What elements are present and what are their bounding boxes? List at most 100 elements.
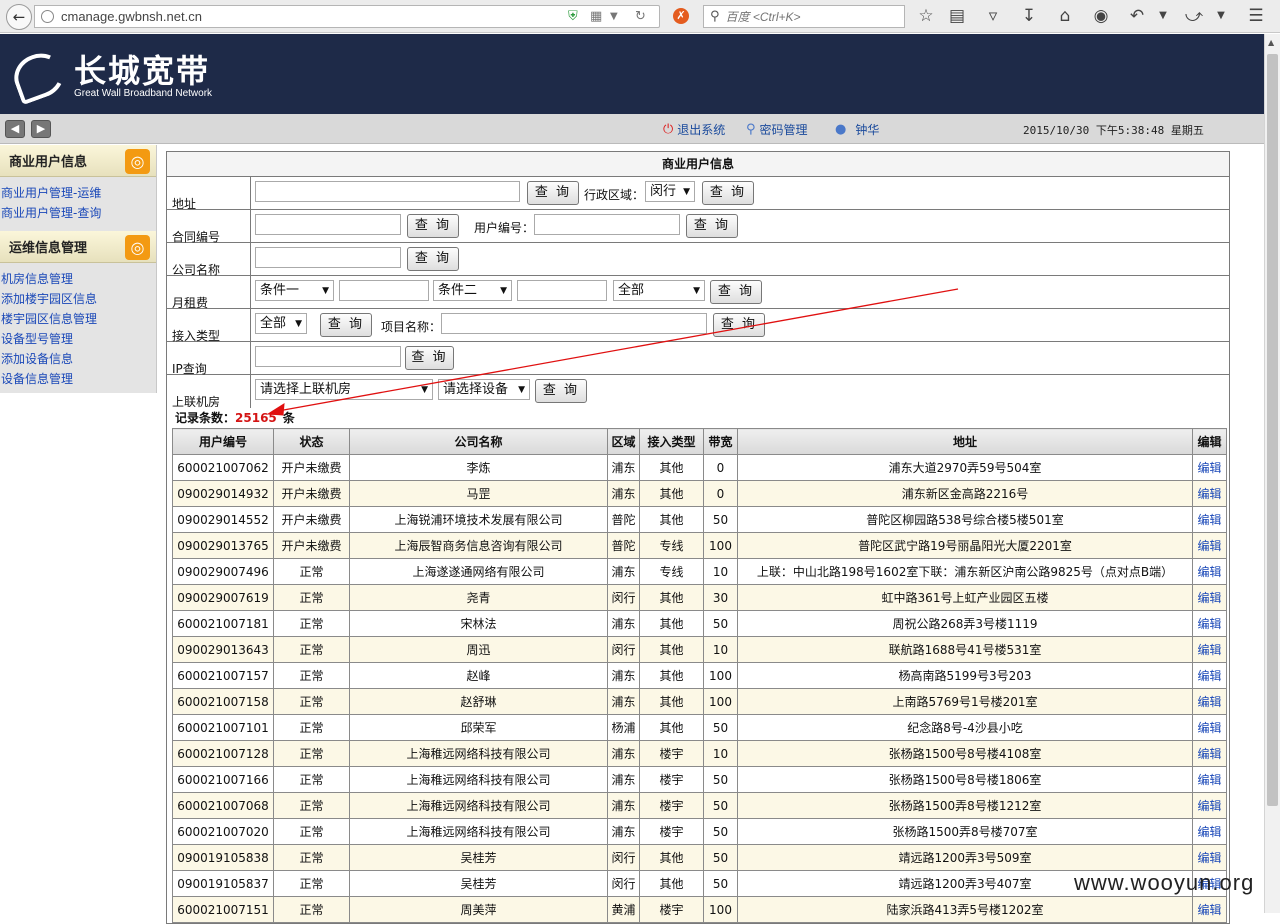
column-header[interactable]: 编辑 bbox=[1192, 428, 1227, 455]
edit-link[interactable]: 编辑 bbox=[1197, 461, 1221, 475]
district-select[interactable]: 闵行 ▼ bbox=[645, 181, 695, 202]
edit-link[interactable]: 编辑 bbox=[1197, 695, 1221, 709]
scroll-up-icon[interactable]: ▲ bbox=[1268, 38, 1274, 47]
nav-forward-button[interactable]: ▶ bbox=[31, 120, 51, 138]
query-button[interactable]: 查 询 bbox=[405, 346, 454, 370]
dropdown-icon[interactable]: ▼ bbox=[1210, 10, 1232, 21]
userid-label: 用户编号： bbox=[474, 221, 535, 235]
reader-icon[interactable]: ▤ bbox=[946, 6, 968, 26]
column-header[interactable]: 区域 bbox=[607, 428, 640, 455]
download-icon[interactable]: ↧ bbox=[1018, 6, 1040, 26]
table-body: 600021007062 开户未缴费 李炼 浦东 其他 0 浦东大道2970弄59号504室… bbox=[172, 454, 1227, 923]
sidebar-item-business-query[interactable]: 商业用户管理-查询 bbox=[1, 203, 156, 223]
device-select[interactable]: 请选择设备 ▼ bbox=[438, 379, 530, 400]
sidebar-item-add-building[interactable]: 添加楼宇园区信息 bbox=[1, 289, 156, 309]
edit-link[interactable]: 编辑 bbox=[1197, 773, 1221, 787]
chat-icon[interactable]: ◉ bbox=[1090, 6, 1112, 26]
cell-address: 浦东新区金高路2216号 bbox=[737, 480, 1193, 507]
access-type-select[interactable]: 全部 ▼ bbox=[255, 313, 307, 334]
user-link[interactable]: ● 钟华 bbox=[835, 121, 879, 138]
cell-area: 浦东 bbox=[607, 454, 640, 481]
rent-scope-select[interactable]: 全部 ▼ bbox=[613, 280, 705, 301]
form-row-contract: 合同编号 查 询 用户编号： 查 询 bbox=[167, 210, 1229, 244]
dropdown-icon[interactable]: ▼ bbox=[1152, 10, 1174, 21]
rent-input-1[interactable] bbox=[339, 280, 429, 301]
query-button[interactable]: 查 询 bbox=[686, 214, 738, 238]
cell-area: 普陀 bbox=[607, 506, 640, 533]
column-header[interactable]: 用户编号 bbox=[172, 428, 274, 455]
pocket-icon[interactable]: ▿ bbox=[982, 6, 1004, 26]
address-bar[interactable]: cmanage.gwbnsh.net.cn ⛨ ▦ ▼ ↻ bbox=[34, 5, 660, 28]
star-icon[interactable]: ☆ bbox=[915, 6, 937, 26]
contract-input[interactable] bbox=[255, 214, 401, 235]
room-select[interactable]: 请选择上联机房 ▼ bbox=[255, 379, 433, 400]
qrcode-icon[interactable]: ▦ bbox=[590, 9, 602, 24]
cell-area: 杨浦 bbox=[607, 714, 640, 741]
query-button[interactable]: 查 询 bbox=[407, 214, 459, 238]
sidebar-item-building[interactable]: 楼宇园区信息管理 bbox=[1, 309, 156, 329]
query-button[interactable]: 查 询 bbox=[527, 181, 579, 205]
column-header[interactable]: 带宽 bbox=[703, 428, 738, 455]
edit-link[interactable]: 编辑 bbox=[1197, 487, 1221, 501]
edit-link[interactable]: 编辑 bbox=[1197, 669, 1221, 683]
address-input[interactable] bbox=[255, 181, 520, 202]
condition2-select[interactable]: 条件二 ▼ bbox=[433, 280, 512, 301]
edit-link[interactable]: 编辑 bbox=[1197, 617, 1221, 631]
edit-link[interactable]: 编辑 bbox=[1197, 539, 1221, 553]
condition1-select[interactable]: 条件一 ▼ bbox=[255, 280, 334, 301]
edit-link[interactable]: 编辑 bbox=[1197, 513, 1221, 527]
block-icon[interactable]: ✗ bbox=[673, 8, 689, 24]
column-header[interactable]: 地址 bbox=[737, 428, 1193, 455]
cell-bandwidth: 50 bbox=[703, 844, 738, 871]
sidebar-item-add-device[interactable]: 添加设备信息 bbox=[1, 349, 156, 369]
scrollbar-thumb[interactable] bbox=[1267, 54, 1278, 806]
shield-icon[interactable]: ⛨ bbox=[568, 9, 578, 24]
sidebar-item-device[interactable]: 设备信息管理 bbox=[1, 369, 156, 389]
dropdown-icon[interactable]: ▼ bbox=[610, 11, 618, 22]
edit-link[interactable]: 编辑 bbox=[1197, 591, 1221, 605]
query-button[interactable]: 查 询 bbox=[407, 247, 459, 271]
edit-link[interactable]: 编辑 bbox=[1197, 747, 1221, 761]
password-link[interactable]: ⚲ 密码管理 bbox=[746, 121, 808, 138]
ip-input[interactable] bbox=[255, 346, 401, 367]
reload-icon[interactable]: ↻ bbox=[635, 9, 646, 24]
edit-link[interactable]: 编辑 bbox=[1197, 721, 1221, 735]
edit-link[interactable]: 编辑 bbox=[1197, 825, 1221, 839]
query-button[interactable]: 查 询 bbox=[320, 313, 372, 337]
menu-icon[interactable]: ☰ bbox=[1245, 6, 1267, 26]
rent-input-2[interactable] bbox=[517, 280, 607, 301]
page-scrollbar[interactable]: ▲ bbox=[1264, 34, 1280, 913]
table-row: 600021007157 正常 赵峰 浦东 其他 100 杨高南路5199号3号203 编辑 bbox=[172, 662, 1227, 689]
query-button[interactable]: 查 询 bbox=[713, 313, 765, 337]
sidebar-item-model[interactable]: 设备型号管理 bbox=[1, 329, 156, 349]
home-icon[interactable]: ⌂ bbox=[1054, 6, 1076, 26]
edit-link[interactable]: 编辑 bbox=[1197, 643, 1221, 657]
project-input[interactable] bbox=[441, 313, 707, 334]
nav-back-button[interactable]: ◀ bbox=[5, 120, 25, 138]
column-header[interactable]: 接入类型 bbox=[639, 428, 704, 455]
edit-link[interactable]: 编辑 bbox=[1197, 565, 1221, 579]
column-header[interactable]: 状态 bbox=[273, 428, 350, 455]
search-box[interactable]: ⚲ bbox=[703, 5, 905, 28]
sidebar-group-ops[interactable]: 运维信息管理 ◎ bbox=[0, 231, 156, 263]
undo-icon[interactable]: ↶ bbox=[1126, 6, 1148, 26]
sidebar-group-business[interactable]: 商业用户信息 ◎ bbox=[0, 145, 156, 177]
back-button[interactable]: ← bbox=[6, 4, 32, 30]
edit-link[interactable]: 编辑 bbox=[1197, 799, 1221, 813]
crop-icon[interactable]: ⤻ bbox=[1183, 6, 1205, 26]
query-button[interactable]: 查 询 bbox=[702, 181, 754, 205]
company-input[interactable] bbox=[255, 247, 401, 268]
password-label: 密码管理 bbox=[759, 123, 808, 137]
sidebar-item-business-ops[interactable]: 商业用户管理-运维 bbox=[1, 183, 156, 203]
search-input[interactable] bbox=[725, 9, 896, 24]
query-button[interactable]: 查 询 bbox=[710, 280, 762, 304]
logout-link[interactable]: ⏻ 退出系统 bbox=[663, 121, 725, 138]
query-button[interactable]: 查 询 bbox=[535, 379, 587, 403]
edit-link[interactable]: 编辑 bbox=[1197, 903, 1221, 917]
sidebar-item-room[interactable]: 机房信息管理 bbox=[1, 269, 156, 289]
userid-input[interactable] bbox=[534, 214, 680, 235]
column-header[interactable]: 公司名称 bbox=[349, 428, 608, 455]
cell-address: 纪念路8号-4沙县小吃 bbox=[737, 714, 1193, 741]
edit-link[interactable]: 编辑 bbox=[1197, 851, 1221, 865]
site-header: 长城宽带 Great Wall Broadband Network bbox=[0, 34, 1264, 114]
